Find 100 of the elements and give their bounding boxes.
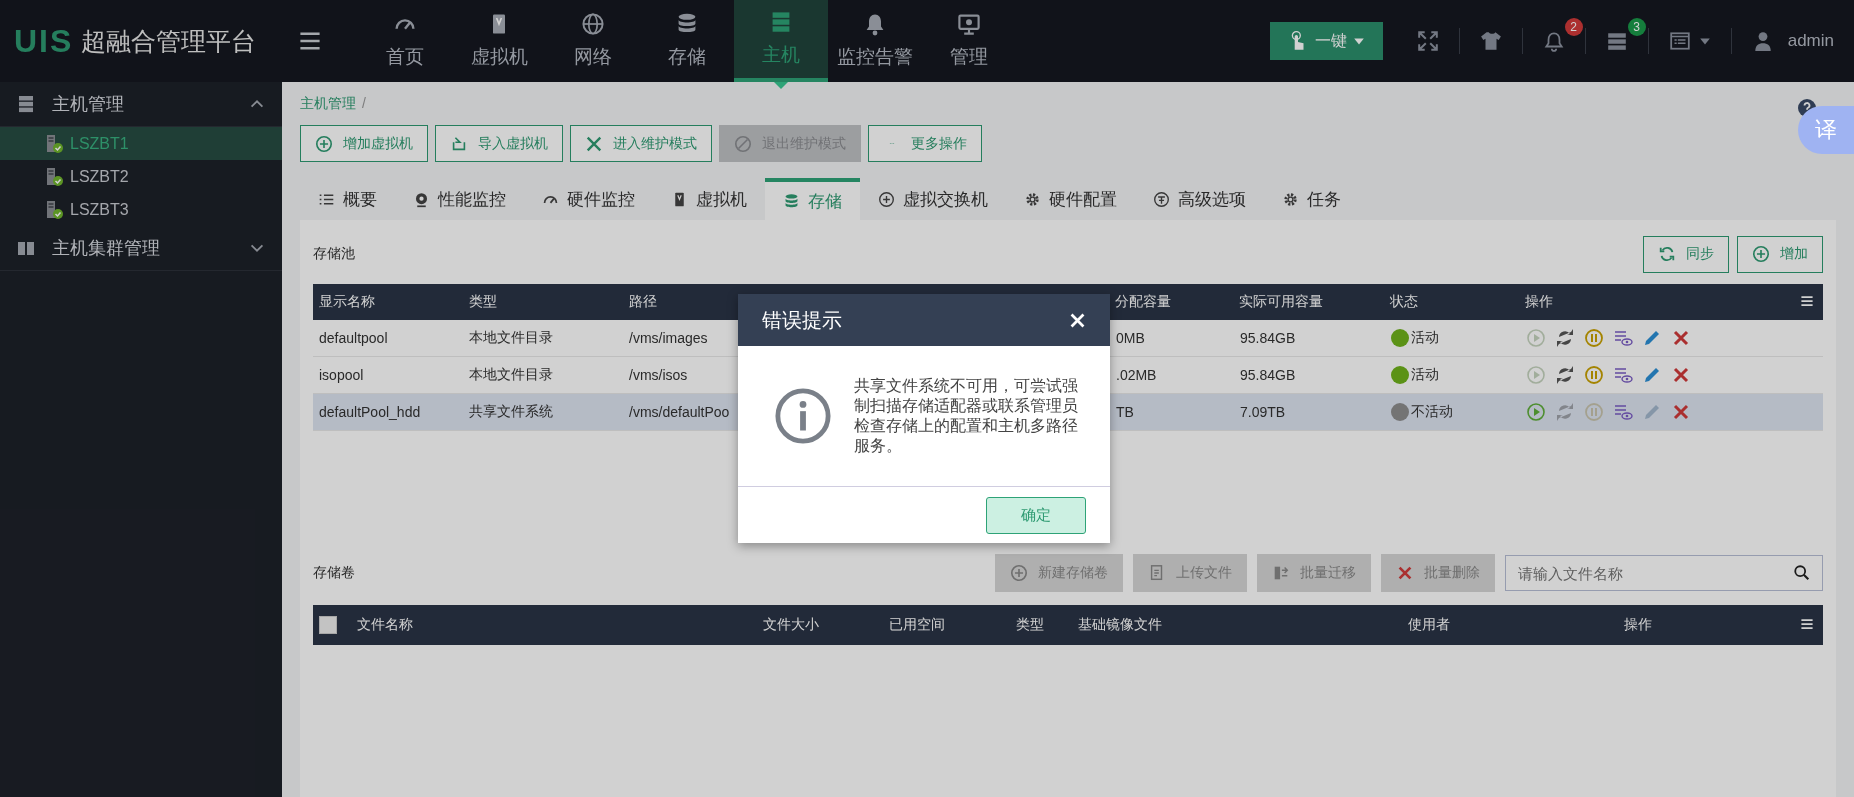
column-header: 操作 [1624, 616, 1653, 634]
toolbar-button[interactable]: 更多操作 [868, 125, 982, 162]
server-ok-icon [44, 166, 64, 187]
column-header: 分配容量 [1115, 293, 1172, 311]
table-row[interactable]: .02MB 95.84GB 活动 [1110, 357, 1823, 393]
table-cell-text: 共享文件系统 [469, 403, 554, 421]
eye-list-icon[interactable] [1613, 365, 1633, 385]
server-ok-icon [44, 199, 64, 220]
window-list-icon[interactable] [1668, 30, 1691, 52]
tab[interactable]: 概要 [300, 178, 395, 220]
pause-icon[interactable] [1584, 328, 1604, 348]
nav-item[interactable]: 虚拟机 [452, 0, 546, 82]
bell-icon[interactable] [1542, 30, 1565, 52]
tab[interactable]: 性能监控 [395, 178, 524, 220]
dialog-title: 错误提示 [762, 307, 842, 333]
column-header: 操作 [1525, 293, 1554, 311]
search-field[interactable]: 请输入文件名称 [1505, 555, 1823, 591]
host-item[interactable]: LSZBT3 [0, 193, 282, 226]
task-badge: 3 [1627, 18, 1646, 36]
sync-icon [1658, 245, 1676, 263]
column-header: 类型 [1016, 616, 1045, 634]
toolbar-button[interactable]: 进入维护模式 [570, 125, 712, 162]
table-row[interactable]: defaultPool_hdd 共享文件系统 /vms/defaultPoo [313, 394, 738, 430]
shirt-icon[interactable] [1479, 30, 1502, 52]
quick-action-button[interactable]: 一键 [1269, 22, 1383, 60]
delete-icon[interactable] [1671, 402, 1691, 422]
server-ok-icon [44, 133, 64, 154]
ban-icon [734, 134, 752, 153]
column-header: 类型 [469, 293, 498, 311]
table-cell: /vms/isos [629, 367, 688, 383]
notification-badge: 2 [1564, 18, 1583, 36]
server-icon [16, 94, 36, 114]
tab[interactable]: 虚拟机 [653, 178, 765, 220]
info-icon [774, 387, 832, 445]
refresh-icon[interactable] [1555, 328, 1575, 348]
host-item[interactable]: LSZBT2 [0, 160, 282, 193]
menu-icon[interactable] [298, 29, 322, 53]
pencil-icon[interactable] [1642, 365, 1662, 385]
tab[interactable]: 高级选项 [1135, 178, 1264, 220]
eye-list-icon[interactable] [1613, 402, 1633, 422]
server-list-icon[interactable] [1605, 30, 1628, 52]
table-row[interactable]: 0MB 95.84GB 活动 [1110, 320, 1823, 356]
column-header: 基础镜像文件 [1078, 616, 1163, 634]
pause-icon[interactable] [1584, 365, 1604, 385]
column-header: 状态 [1390, 293, 1419, 311]
table-row[interactable]: isopool 本地文件目录 /vms/isos [313, 357, 738, 393]
monitor-icon [957, 12, 981, 36]
app-title: 超融合管理平台 [81, 25, 257, 57]
nav-item[interactable]: 管理 [922, 0, 1016, 82]
column-header: 文件名称 [357, 616, 414, 634]
eye-list-icon[interactable] [1613, 328, 1633, 348]
column-header: 实际可用容量 [1239, 293, 1324, 311]
plus-icon [315, 134, 333, 153]
table-cell-text: isopool [319, 367, 365, 383]
column-header: 路径 [629, 293, 658, 311]
webcam-icon [413, 190, 430, 208]
tab[interactable]: 硬件监控 [524, 178, 653, 220]
nav-item[interactable]: 存储 [640, 0, 734, 82]
gear-icon [1024, 190, 1041, 208]
table-cell-text: 本地文件目录 [469, 366, 554, 384]
delete-icon[interactable] [1671, 328, 1691, 348]
table-cell-text: 95.84GB [1240, 367, 1297, 383]
database-icon [783, 192, 800, 210]
column-header: 使用者 [1408, 616, 1451, 634]
select-all-checkbox[interactable] [319, 616, 337, 634]
table-cell-text: .02MB [1116, 367, 1158, 383]
migrate-icon [1272, 564, 1290, 582]
table-cell-text: 95.84GB [1240, 330, 1297, 346]
toolbar-button[interactable]: 导入虚拟机 [435, 125, 563, 162]
table-cell-text: 本地文件目录 [469, 329, 554, 347]
fullscreen-icon[interactable] [1416, 30, 1439, 52]
gear-icon [1282, 190, 1299, 208]
table-cell-text: 7.09TB [1240, 404, 1287, 420]
table-row[interactable]: defaultpool 本地文件目录 /vms/images [313, 320, 738, 356]
panel-button[interactable]: 同步 [1643, 235, 1729, 273]
status-text: 活动 [1411, 329, 1439, 347]
section-title: 存储池 [313, 245, 355, 263]
globe-icon [581, 12, 605, 36]
nav-item[interactable]: 首页 [358, 0, 452, 82]
tab[interactable]: 虚拟交换机 [860, 178, 1006, 220]
user-name[interactable]: admin [1787, 31, 1834, 51]
panel-button[interactable]: 增加 [1737, 235, 1823, 273]
logo-mark: UIS [14, 22, 74, 60]
close-icon[interactable] [1069, 311, 1086, 329]
tab[interactable]: 硬件配置 [1006, 178, 1135, 220]
search-icon[interactable] [1793, 564, 1811, 582]
table-cell-text: TB [1116, 404, 1135, 420]
pointer-triangle-icon [774, 82, 788, 89]
tab[interactable]: 任务 [1264, 178, 1359, 220]
delete-icon[interactable] [1671, 365, 1691, 385]
tab[interactable]: 存储 [765, 178, 860, 220]
refresh-icon[interactable] [1555, 365, 1575, 385]
table-row[interactable]: TB 7.09TB 不活动 [1110, 394, 1823, 430]
breadcrumb-separator: / [362, 95, 366, 113]
sidebar-group[interactable]: 主机集群管理 [0, 226, 282, 271]
table-cell-text: defaultPool_hdd [319, 404, 422, 420]
nav-item[interactable]: 监控告警 [828, 0, 922, 82]
nav-item[interactable]: 网络 [546, 0, 640, 82]
pencil-icon[interactable] [1642, 328, 1662, 348]
toolbar-button[interactable]: 增加虚拟机 [300, 125, 428, 162]
